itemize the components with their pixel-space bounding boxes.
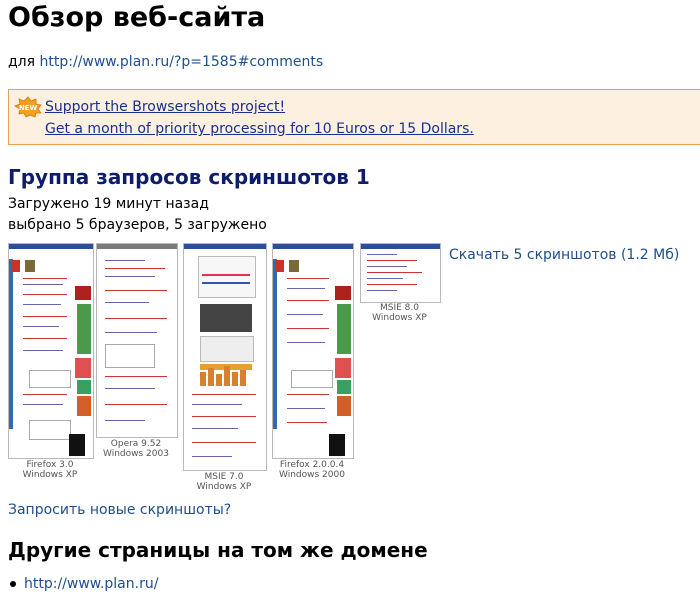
page-title: Обзор веб-сайта bbox=[8, 2, 266, 33]
priority-processing-link[interactable]: Get a month of priority processing for 1… bbox=[45, 121, 474, 137]
selected-status: выбрано 5 браузеров, 5 загружено bbox=[8, 217, 267, 233]
screenshot-thumbnail-msie-8[interactable] bbox=[360, 243, 441, 303]
new-badge-icon: NEW bbox=[14, 96, 42, 118]
screenshot-caption: Firefox 3.0 Windows XP bbox=[8, 460, 92, 480]
os-name: Windows XP bbox=[372, 313, 427, 323]
screenshot-thumbnail-firefox-2[interactable] bbox=[272, 243, 354, 459]
for-line: для http://www.plan.ru/?p=1585#comments bbox=[8, 54, 323, 70]
screenshot-caption: MSIE 8.0 Windows XP bbox=[360, 303, 439, 323]
browser-name: Opera 9.52 bbox=[110, 439, 162, 449]
screenshot-thumbnail-msie-7[interactable] bbox=[183, 243, 267, 471]
uploaded-status: Загружено 19 минут назад bbox=[8, 196, 209, 212]
screenshot-caption: Opera 9.52 Windows 2003 bbox=[96, 439, 176, 459]
browser-name: MSIE 7.0 bbox=[204, 472, 244, 482]
screenshot-thumbnail-firefox-3[interactable] bbox=[8, 243, 94, 459]
os-name: Windows XP bbox=[196, 482, 252, 492]
browser-name: Firefox 2.0.0.4 bbox=[279, 460, 345, 470]
os-name: Windows XP bbox=[22, 470, 78, 480]
request-new-screenshots-link[interactable]: Запросить новые скриншоты? bbox=[8, 502, 231, 518]
site-url-link[interactable]: http://www.plan.ru/?p=1585#comments bbox=[40, 54, 324, 70]
screenshot-caption: MSIE 7.0 Windows XP bbox=[183, 472, 265, 492]
other-pages-heading: Другие страницы на том же домене bbox=[8, 538, 428, 562]
browser-name: MSIE 8.0 bbox=[380, 303, 419, 313]
os-name: Windows 2003 bbox=[103, 449, 169, 459]
screenshot-caption: Firefox 2.0.0.4 Windows 2000 bbox=[272, 460, 352, 480]
browser-name: Firefox 3.0 bbox=[26, 460, 74, 470]
screenshot-thumbnail-opera-9-52[interactable] bbox=[96, 243, 178, 438]
new-badge-text: NEW bbox=[19, 104, 38, 112]
support-project-link[interactable]: Support the Browsershots project! bbox=[45, 99, 285, 115]
group-heading: Группа запросов скриншотов 1 bbox=[8, 165, 370, 189]
promo-banner: NEW Support the Browsershots project! Ge… bbox=[8, 89, 700, 145]
os-name: Windows 2000 bbox=[279, 470, 345, 480]
download-screenshots-link[interactable]: Скачать 5 скриншотов (1.2 Мб) bbox=[449, 247, 679, 263]
other-page-link[interactable]: http://www.plan.ru/ bbox=[24, 576, 158, 592]
bullet-icon bbox=[10, 581, 16, 587]
for-label: для bbox=[8, 54, 36, 70]
